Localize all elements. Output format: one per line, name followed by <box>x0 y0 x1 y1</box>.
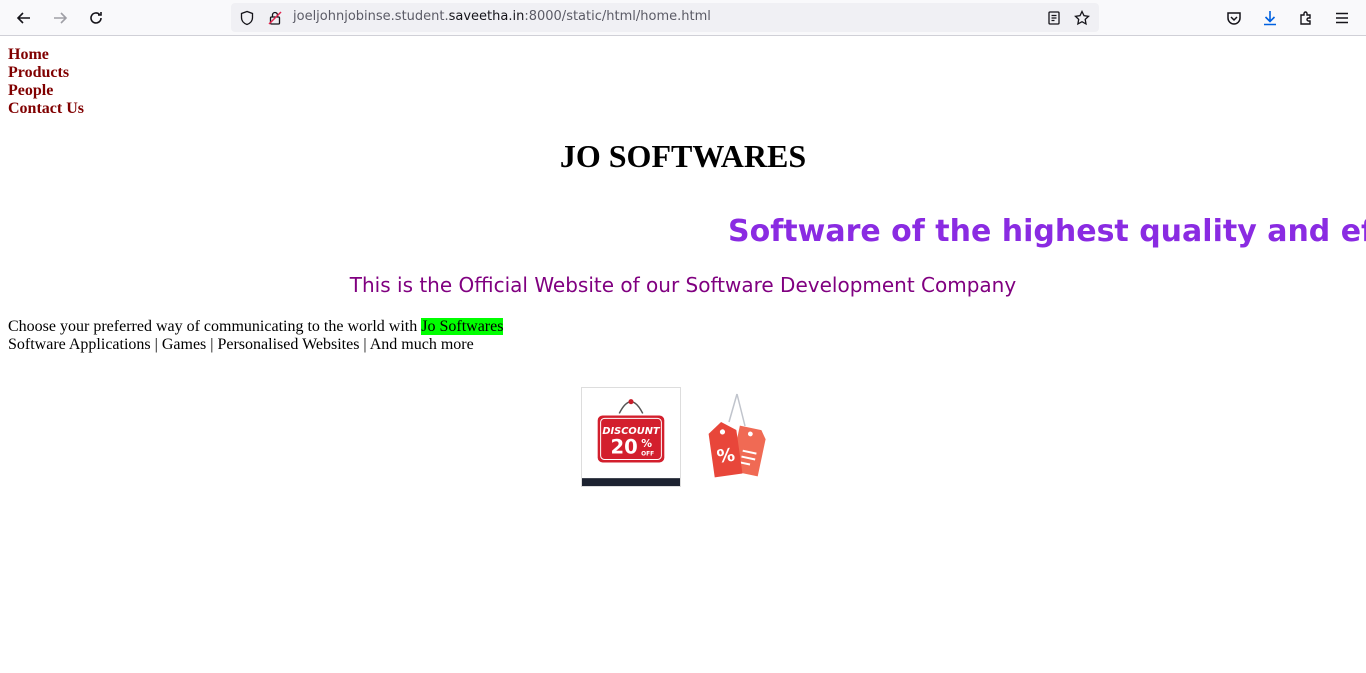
banner-text: Software of the highest quality and effi… <box>728 214 1366 249</box>
puzzle-icon <box>1300 11 1311 25</box>
price-tag-image: % <box>701 392 771 482</box>
pocket-button[interactable] <box>1222 6 1246 30</box>
nav-link-home[interactable]: Home <box>8 46 84 64</box>
bookmark-star-icon[interactable] <box>1073 9 1091 27</box>
nav-link-contact-us[interactable]: Contact Us <box>8 100 84 118</box>
tagline: This is the Official Website of our Soft… <box>349 273 1017 297</box>
download-icon <box>1264 11 1276 26</box>
discount-suffix: OFF <box>641 452 654 458</box>
browser-toolbar: joeljohnjobinse.student.saveetha.in:8000… <box>0 0 1366 36</box>
percent-glyph: % <box>715 445 736 468</box>
web-page: Home Products People Contact Us JO SOFTW… <box>0 37 1366 673</box>
intro-line-2: Software Applications | Games | Personal… <box>8 336 474 353</box>
address-bar[interactable]: joeljohnjobinse.student.saveetha.in:8000… <box>231 3 1099 32</box>
forward-button[interactable] <box>48 6 72 30</box>
intro-line-1: Choose your preferred way of communicati… <box>8 318 504 336</box>
intro-text: Choose your preferred way of communicati… <box>8 318 422 335</box>
url-host: saveetha.in <box>448 9 525 24</box>
insecure-lock-icon[interactable] <box>266 9 284 27</box>
url-prefix: joeljohnjobinse.student. <box>293 9 449 24</box>
url-text[interactable]: joeljohnjobinse.student.saveetha.in:8000… <box>293 9 711 24</box>
extensions-button[interactable] <box>1294 6 1318 30</box>
back-arrow-icon <box>16 12 30 24</box>
image-row: DISCOUNT 20 % OFF % <box>581 387 771 487</box>
forward-arrow-icon <box>54 12 68 24</box>
menu-button[interactable] <box>1330 6 1354 30</box>
url-suffix: :8000/static/html/home.html <box>524 9 711 24</box>
nav-link-people[interactable]: People <box>8 82 84 100</box>
reader-view-icon[interactable] <box>1045 9 1063 27</box>
discount-value: 20 <box>610 436 637 459</box>
brand-heading: JO SOFTWARES <box>559 138 807 174</box>
discount-image: DISCOUNT 20 % OFF <box>581 387 681 487</box>
reload-icon <box>90 12 102 24</box>
pocket-icon <box>1227 12 1241 25</box>
scrolling-banner: Software of the highest quality and effi… <box>0 214 1366 254</box>
main-nav: Home Products People Contact Us <box>8 46 84 118</box>
nav-link-products[interactable]: Products <box>8 64 84 82</box>
company-highlight: Jo Softwares <box>421 318 504 335</box>
shield-icon[interactable] <box>238 9 256 27</box>
reload-button[interactable] <box>84 6 108 30</box>
discount-unit: % <box>641 437 652 450</box>
hamburger-icon <box>1336 12 1348 24</box>
back-button[interactable] <box>12 6 36 30</box>
intro-paragraph: Choose your preferred way of communicati… <box>8 318 504 354</box>
downloads-button[interactable] <box>1258 6 1282 30</box>
